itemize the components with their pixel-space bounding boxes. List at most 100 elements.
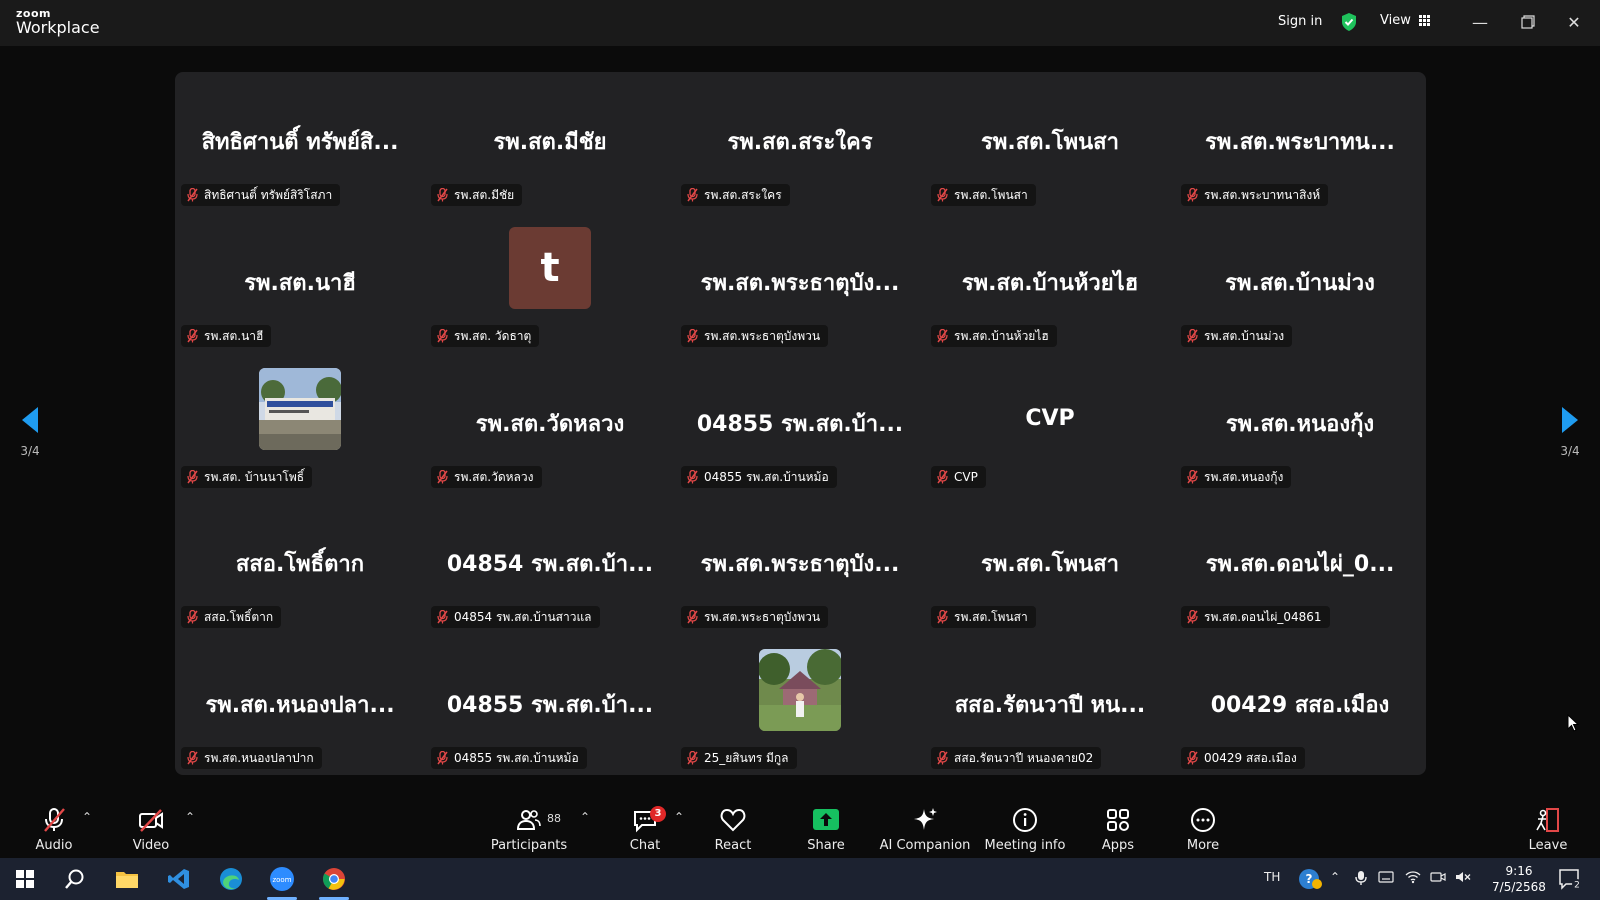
participant-tile[interactable]: รพ.สต.ดอนไผ่_0... รพ.สต.ดอนไผ่_04861 xyxy=(1175,494,1425,634)
minimize-icon[interactable]: — xyxy=(1468,10,1492,34)
participant-name-label: รพ.สต.โพนสา xyxy=(931,606,1036,628)
show-hidden-icons-icon[interactable]: ⌃ xyxy=(1330,870,1340,884)
participant-display-name: รพ.สต.หนองปลา... xyxy=(205,693,395,718)
participant-tile[interactable]: รพ.สต.วัดหลวง รพ.สต.วัดหลวง xyxy=(425,354,675,494)
meet-now-icon[interactable] xyxy=(1430,870,1446,887)
audio-options-caret-icon[interactable]: ⌃ xyxy=(82,810,92,824)
participant-display-name: รพ.สต.บ้านม่วง xyxy=(1225,271,1375,296)
meeting-info-label: Meeting info xyxy=(984,838,1066,853)
participant-name-label: รพ.สต.นาฮี xyxy=(181,325,272,347)
participant-name-label: สสอ.โพธิ์ตาก xyxy=(181,606,282,628)
share-label: Share xyxy=(807,838,845,853)
close-icon[interactable]: ✕ xyxy=(1562,10,1586,34)
participant-tile[interactable]: 04855 รพ.สต.บ้า... 04855 รพ.สต.บ้านหม้อ xyxy=(675,354,925,494)
meeting-info-button[interactable]: Meeting info xyxy=(975,806,1075,853)
participant-name-text: รพ.สต.บ้านห้วยไฮ xyxy=(954,328,1049,343)
participant-name-text: สิทธิศานติ์ ทรัพย์สิริโสภา xyxy=(204,187,333,202)
zoom-app-icon[interactable]: zoom xyxy=(268,865,296,893)
ai-sparkle-icon xyxy=(914,808,937,830)
participant-tile[interactable]: 04854 รพ.สต.บ้า... 04854 รพ.สต.บ้านสาวแล xyxy=(425,494,675,634)
file-explorer-icon[interactable] xyxy=(113,865,141,893)
participant-display-name: รพ.สต.พระธาตุบัง... xyxy=(700,552,900,577)
muted-mic-icon xyxy=(187,610,198,624)
participant-name-text: รพ.สต.หนองปลาปาก xyxy=(204,750,314,765)
participants-options-caret-icon[interactable]: ⌃ xyxy=(580,810,590,824)
video-options-caret-icon[interactable]: ⌃ xyxy=(185,810,195,824)
mouse-cursor-icon xyxy=(1567,714,1579,732)
participants-button[interactable]: Participants xyxy=(479,806,579,853)
more-label: More xyxy=(1186,838,1220,853)
participant-tile[interactable]: CVP CVP xyxy=(925,354,1175,494)
participant-display-name: CVP xyxy=(1025,406,1075,431)
participant-tile[interactable]: รพ.สต.โพนสา รพ.สต.โพนสา xyxy=(925,72,1175,212)
participant-name-text: สสอ.โพธิ์ตาก xyxy=(204,609,274,624)
input-language-indicator[interactable]: TH xyxy=(1264,870,1280,884)
wifi-icon[interactable] xyxy=(1405,870,1421,887)
muted-mic-icon xyxy=(687,188,698,202)
react-button[interactable]: React xyxy=(683,806,783,853)
muted-mic-icon xyxy=(187,470,198,484)
muted-mic-icon xyxy=(437,329,448,343)
participant-tile[interactable]: 04855 รพ.สต.บ้า... 04855 รพ.สต.บ้านหม้อ xyxy=(425,635,675,775)
participant-tile[interactable]: สสอ.โพธิ์ตาก สสอ.โพธิ์ตาก xyxy=(175,494,425,634)
participant-tile[interactable]: รพ.สต.บ้านม่วง รพ.สต.บ้านม่วง xyxy=(1175,213,1425,353)
windows-start-icon[interactable] xyxy=(11,865,39,893)
participant-name-label: รพ.สต.หนองปลาปาก xyxy=(181,747,322,769)
participant-tile[interactable]: รพ.สต.โพนสา รพ.สต.โพนสา xyxy=(925,494,1175,634)
speaker-muted-icon[interactable] xyxy=(1455,870,1471,887)
participant-tile[interactable]: รพ.สต.หนองกุ้ง รพ.สต.หนองกุ้ง xyxy=(1175,354,1425,494)
ai-companion-button[interactable]: AI Companion xyxy=(875,806,975,853)
share-button[interactable]: Share xyxy=(776,806,876,853)
next-page-button[interactable]: 3/4 xyxy=(1550,406,1590,458)
participant-tile[interactable]: 25_ยสินทร มีกูล xyxy=(675,635,925,775)
edge-browser-icon[interactable] xyxy=(217,865,245,893)
grid-icon xyxy=(1418,14,1431,27)
participant-tile[interactable]: t รพ.สต. วัดธาตุ xyxy=(425,213,675,353)
search-icon[interactable] xyxy=(61,865,89,893)
participant-display-name: รพ.สต.สระใคร xyxy=(727,130,873,155)
participant-name-text: 25_ยสินทร มีกูล xyxy=(704,750,789,765)
participant-name-label: รพ.สต.ดอนไผ่_04861 xyxy=(1181,606,1330,628)
participant-tile[interactable]: 00429 สสอ.เมือง 00429 สสอ.เมือง xyxy=(1175,635,1425,775)
participant-tile[interactable]: รพ.สต.บ้านห้วยไฮ รพ.สต.บ้านห้วยไฮ xyxy=(925,213,1175,353)
participant-tile[interactable]: รพ.สต.มีชัย รพ.สต.มีชัย xyxy=(425,72,675,212)
participant-tile[interactable]: รพ.สต.สระใคร รพ.สต.สระใคร xyxy=(675,72,925,212)
participant-name-text: รพ.สต.นาฮี xyxy=(204,328,264,343)
prev-page-button[interactable]: 3/4 xyxy=(10,406,50,458)
participant-tile[interactable]: รพ.สต.หนองปลา... รพ.สต.หนองปลาปาก xyxy=(175,635,425,775)
participant-display-name: สสอ.โพธิ์ตาก xyxy=(235,552,365,577)
system-clock[interactable]: 9:16 7/5/2568 xyxy=(1484,863,1554,895)
muted-mic-icon xyxy=(1187,470,1198,484)
participant-name-label: รพ.สต.บ้านม่วง xyxy=(1181,325,1293,347)
participant-tile[interactable]: รพ.สต.พระธาตุบัง... รพ.สต.พระธาตุบังพวน xyxy=(675,494,925,634)
clock-time: 9:16 xyxy=(1505,864,1533,878)
notifications-icon[interactable]: 2 xyxy=(1556,865,1584,893)
restore-icon[interactable] xyxy=(1516,10,1540,34)
chrome-browser-icon[interactable] xyxy=(320,865,348,893)
participant-tile[interactable]: รพ.สต.นาฮี รพ.สต.นาฮี xyxy=(175,213,425,353)
participant-tile[interactable]: รพ.สต. บ้านนาโพธิ์ xyxy=(175,354,425,494)
participant-name-text: รพ.สต.บ้านม่วง xyxy=(1204,328,1285,343)
participant-name-label: 00429 สสอ.เมือง xyxy=(1181,747,1305,769)
keyboard-tray-icon[interactable] xyxy=(1378,870,1394,887)
help-icon[interactable]: ? xyxy=(1296,865,1324,893)
participant-tile[interactable]: สสอ.รัตนวาปี หน... สสอ.รัตนวาปี หนองคาย02 xyxy=(925,635,1175,775)
chat-unread-badge: 3 xyxy=(650,806,666,822)
leave-button[interactable]: Leave xyxy=(1498,806,1598,853)
participant-tile[interactable]: รพ.สต.พระบาทน... รพ.สต.พระบาทนาสิงห์ xyxy=(1175,72,1425,212)
microphone-tray-icon[interactable] xyxy=(1355,870,1367,889)
arrow-left-icon xyxy=(22,407,38,433)
arrow-right-icon xyxy=(1562,407,1578,433)
muted-mic-icon xyxy=(687,751,698,765)
participant-tile[interactable]: รพ.สต.พระธาตุบัง... รพ.สต.พระธาตุบังพวน xyxy=(675,213,925,353)
react-label: React xyxy=(714,838,752,853)
sign-in-link[interactable]: Sign in xyxy=(1278,14,1322,29)
vscode-icon[interactable] xyxy=(165,865,193,893)
participant-tile[interactable]: สิทธิศานติ์ ทรัพย์สิ... สิทธิศานติ์ ทรัพย… xyxy=(175,72,425,212)
muted-mic-icon xyxy=(1187,751,1198,765)
view-button[interactable]: View xyxy=(1380,13,1431,28)
participant-display-name: รพ.สต.วัดหลวง xyxy=(475,412,625,437)
more-button[interactable]: More xyxy=(1153,806,1253,853)
security-shield-icon[interactable] xyxy=(1340,12,1358,32)
participant-name-text: รพ.สต.ดอนไผ่_04861 xyxy=(1204,609,1322,624)
